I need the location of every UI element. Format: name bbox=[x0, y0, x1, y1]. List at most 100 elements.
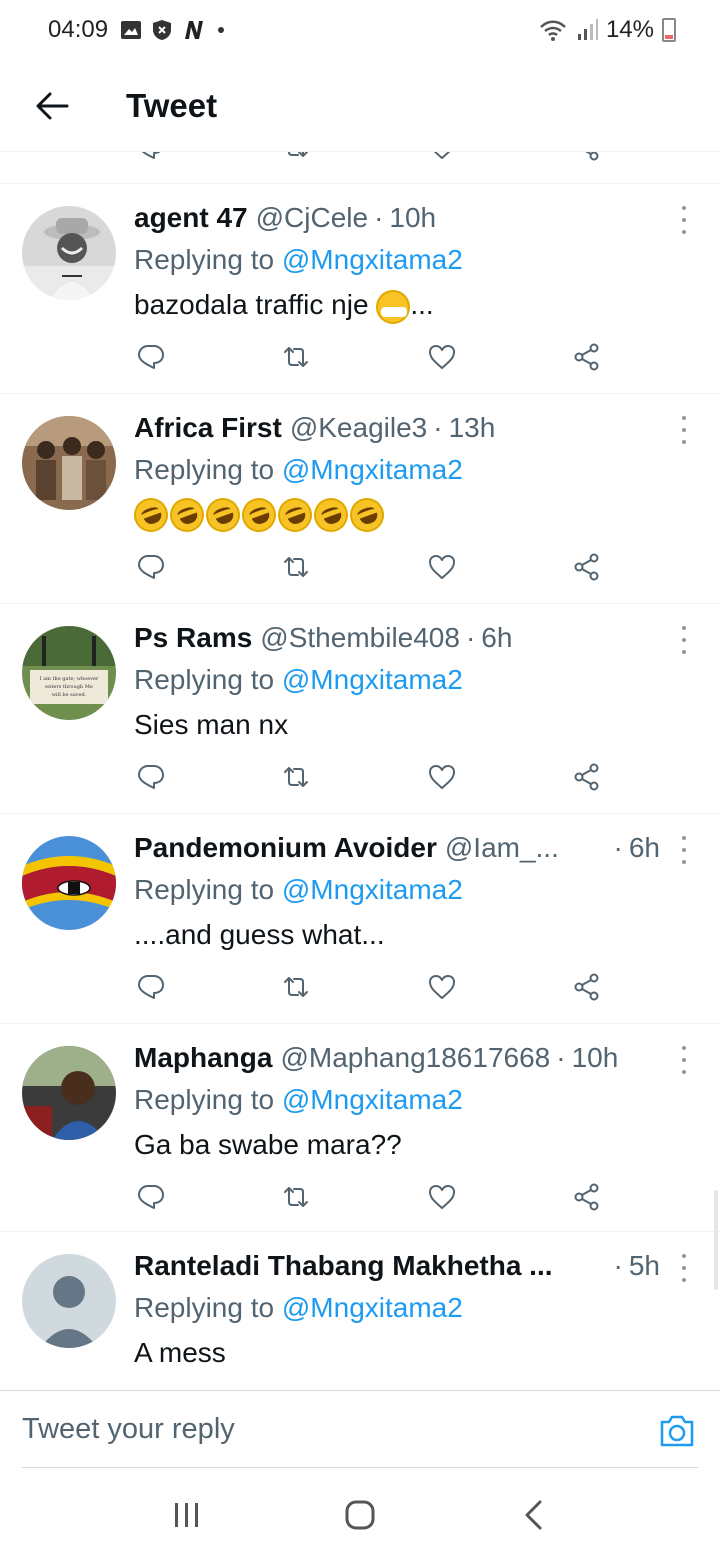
tweet-time[interactable]: 10h bbox=[389, 198, 436, 238]
author-handle[interactable]: @Keagile3 bbox=[290, 408, 427, 448]
tweet-text: Sies man nx bbox=[134, 709, 289, 740]
author-handle[interactable]: @Sthembile408 bbox=[260, 618, 460, 658]
tweet-item[interactable]: agent 47 @CjCele · 10h Replying to @Mngx… bbox=[0, 184, 720, 394]
mention-link[interactable]: @Mngxitama2 bbox=[282, 1292, 463, 1323]
avatar[interactable] bbox=[22, 206, 116, 300]
more-options-button[interactable] bbox=[678, 1046, 690, 1074]
share-button[interactable] bbox=[570, 152, 604, 164]
reply-icon bbox=[141, 152, 161, 159]
retweet-button[interactable] bbox=[279, 970, 313, 1004]
tweet-time[interactable]: 6h bbox=[481, 618, 512, 658]
share-button[interactable] bbox=[570, 760, 604, 794]
avatar[interactable] bbox=[22, 416, 116, 510]
rofl-emoji bbox=[309, 493, 353, 537]
tweet-text-content: bazodala traffic nje bbox=[134, 289, 369, 320]
author-name[interactable]: Ps Rams bbox=[134, 618, 252, 658]
tweet-item[interactable]: Pandemonium Avoider @Iam_... · 6h Replyin… bbox=[0, 814, 720, 1024]
mention-link[interactable]: @Mngxitama2 bbox=[282, 1084, 463, 1115]
reply-button[interactable] bbox=[134, 970, 168, 1004]
tweet-item[interactable]: Africa First @Keagile3 · 13h Replying to… bbox=[0, 394, 720, 604]
reply-button[interactable] bbox=[134, 340, 168, 374]
mention-link[interactable]: @Mngxitama2 bbox=[282, 874, 463, 905]
heart-icon bbox=[429, 1185, 455, 1209]
page-title: Tweet bbox=[126, 86, 218, 124]
reply-icon bbox=[138, 345, 164, 369]
author-handle[interactable]: @Iam_... bbox=[445, 828, 559, 868]
scrollbar[interactable] bbox=[714, 1190, 718, 1290]
system-navigation-bar bbox=[0, 1470, 720, 1560]
tweet-body: Africa First @Keagile3 · 13h Replying to… bbox=[129, 408, 660, 537]
replying-prefix: Replying to bbox=[134, 874, 275, 905]
retweet-icon bbox=[288, 152, 308, 157]
tweet-item[interactable]: Ranteladi Thabang Makhetha ... · 5h Reply… bbox=[0, 1232, 720, 1390]
news-icon bbox=[185, 21, 204, 39]
tweet-time[interactable]: 13h bbox=[449, 408, 496, 448]
mention-link[interactable]: @Mngxitama2 bbox=[282, 244, 463, 275]
home-button[interactable] bbox=[330, 1490, 390, 1540]
tweet-time[interactable]: 5h bbox=[629, 1250, 660, 1281]
avatar-caption-line-3: will be saved. bbox=[52, 692, 87, 698]
share-button[interactable] bbox=[570, 970, 604, 1004]
avatar[interactable]: I am the gate; whoever enters through Me w… bbox=[22, 626, 116, 720]
like-button[interactable] bbox=[425, 1180, 459, 1214]
retweet-button[interactable] bbox=[279, 760, 313, 794]
sneezing-face-emoji bbox=[376, 289, 411, 324]
reply-button[interactable] bbox=[134, 152, 168, 164]
reply-button[interactable] bbox=[134, 1180, 168, 1214]
rofl-emoji bbox=[129, 493, 173, 537]
reply-button[interactable] bbox=[134, 550, 168, 584]
author-name[interactable]: Ranteladi Thabang Makhetha ... bbox=[134, 1246, 553, 1286]
camera-button[interactable] bbox=[658, 1413, 696, 1449]
retweet-button[interactable] bbox=[279, 152, 313, 164]
reply-input[interactable]: Tweet your reply bbox=[22, 1413, 235, 1446]
back-button[interactable] bbox=[32, 86, 72, 126]
battery-percent: 14% bbox=[605, 16, 654, 43]
author-handle[interactable]: @CjCele bbox=[256, 198, 368, 238]
tweet-time[interactable]: 10h bbox=[572, 1038, 619, 1078]
more-options-button[interactable] bbox=[678, 626, 690, 654]
author-name[interactable]: agent 47 bbox=[134, 198, 248, 238]
rofl-emoji bbox=[237, 493, 281, 537]
status-time: 04:09 bbox=[48, 16, 109, 43]
author-name[interactable]: Pandemonium Avoider bbox=[134, 828, 437, 868]
reply-button[interactable] bbox=[134, 760, 168, 794]
avatar[interactable] bbox=[22, 1046, 116, 1140]
share-button[interactable] bbox=[570, 1180, 604, 1214]
share-button[interactable] bbox=[570, 550, 604, 584]
heart-icon bbox=[433, 152, 451, 159]
tweet-header: Ranteladi Thabang Makhetha ... · 5h bbox=[134, 1246, 660, 1286]
replying-to: Replying to @Mngxitama2 bbox=[134, 1286, 660, 1330]
author-handle[interactable]: @Maphang18617668 bbox=[280, 1038, 550, 1078]
like-button[interactable] bbox=[425, 550, 459, 584]
recent-apps-button[interactable] bbox=[157, 1490, 217, 1540]
more-options-button[interactable] bbox=[678, 836, 690, 864]
like-button[interactable] bbox=[425, 152, 459, 164]
retweet-button[interactable] bbox=[279, 550, 313, 584]
more-options-button[interactable] bbox=[678, 416, 690, 444]
rofl-emoji bbox=[345, 493, 389, 537]
more-options-button[interactable] bbox=[678, 1254, 690, 1282]
tweet-time[interactable]: 6h bbox=[629, 832, 660, 863]
mention-link[interactable]: @Mngxitama2 bbox=[282, 664, 463, 695]
share-icon bbox=[574, 973, 599, 1001]
tweet-item[interactable]: I am the gate; whoever enters through Me w… bbox=[0, 604, 720, 814]
tweet-item[interactable]: Maphanga @Maphang18617668 · 10h Replying… bbox=[0, 1024, 720, 1232]
avatar[interactable] bbox=[22, 836, 116, 930]
mention-link[interactable]: @Mngxitama2 bbox=[282, 454, 463, 485]
author-name[interactable]: Maphanga bbox=[134, 1038, 272, 1078]
system-back-button[interactable] bbox=[503, 1490, 563, 1540]
more-options-button[interactable] bbox=[678, 206, 690, 234]
like-button[interactable] bbox=[425, 970, 459, 1004]
signal-icon bbox=[577, 19, 598, 40]
like-button[interactable] bbox=[425, 340, 459, 374]
tweet-text: A mess bbox=[134, 1337, 226, 1368]
author-name[interactable]: Africa First bbox=[134, 408, 282, 448]
retweet-button[interactable] bbox=[279, 340, 313, 374]
rofl-emoji bbox=[165, 493, 209, 537]
like-button[interactable] bbox=[425, 760, 459, 794]
share-button[interactable] bbox=[570, 340, 604, 374]
retweet-button[interactable] bbox=[279, 1180, 313, 1214]
tweet-header: agent 47 @CjCele · 10h bbox=[134, 198, 660, 238]
tweet-time-group: · 6h bbox=[608, 828, 660, 868]
avatar[interactable] bbox=[22, 1254, 116, 1348]
